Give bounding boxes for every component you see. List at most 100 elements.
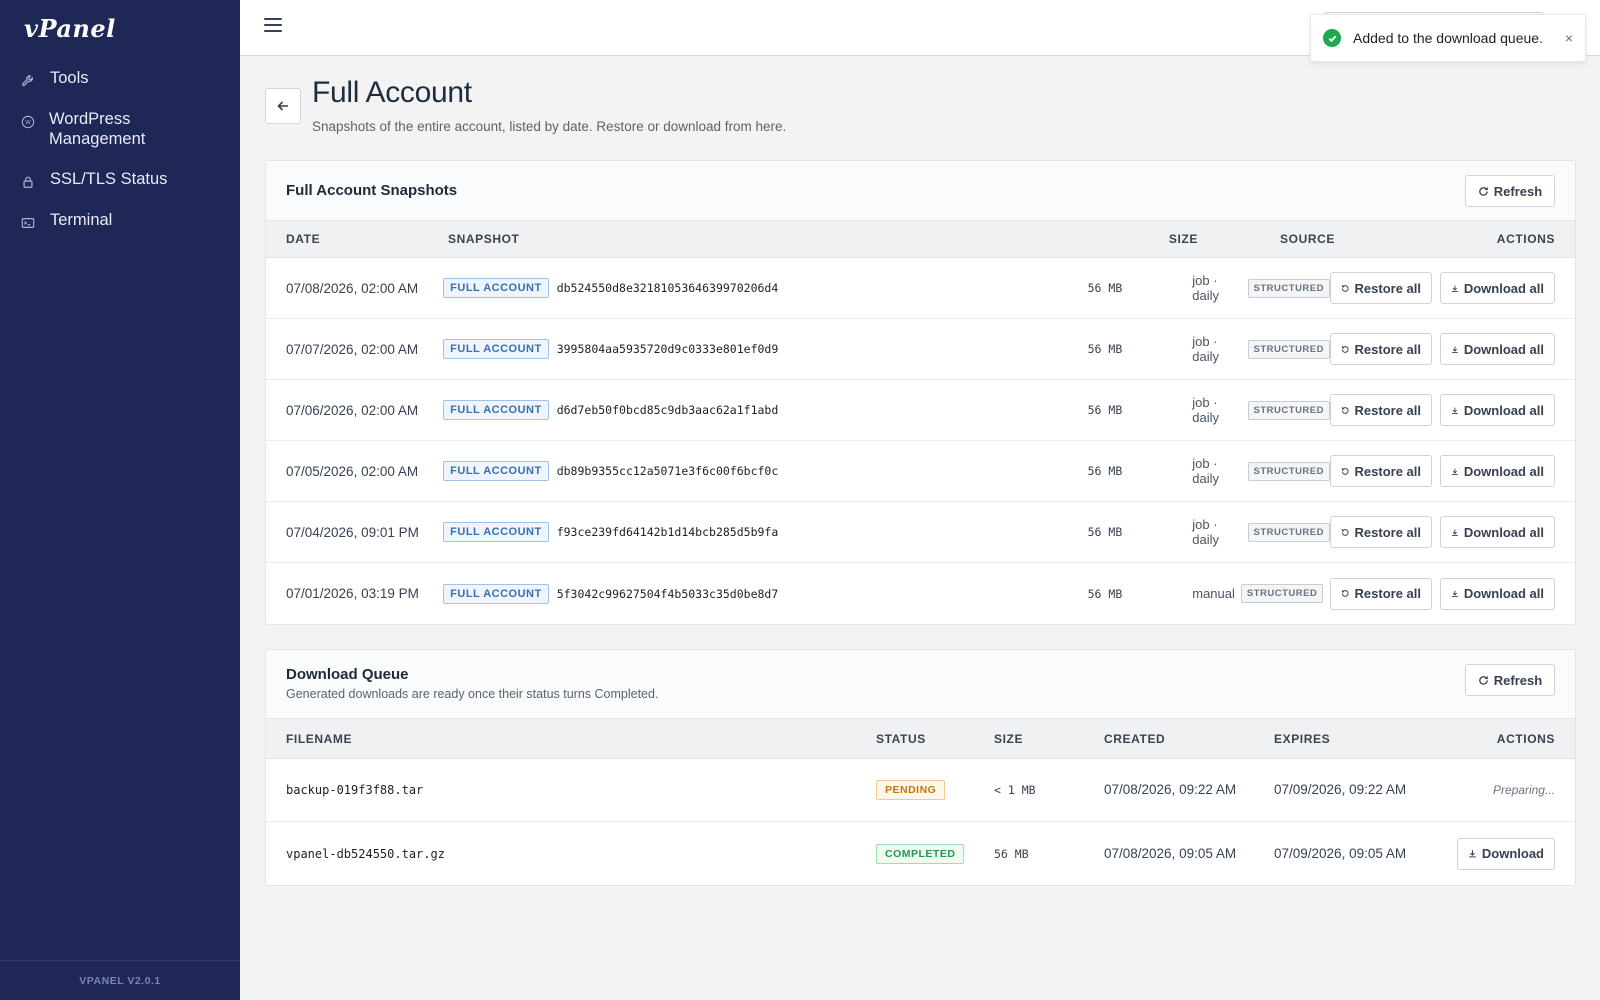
snapshot-source: job · daily STRUCTURED [1122,456,1330,486]
restore-icon [1341,528,1349,536]
sidebar-item-wordpress[interactable]: W WordPress Management [0,105,240,153]
queue-created: 07/08/2026, 09:05 AM [1104,844,1274,864]
queue-actions: Preparing... [1424,783,1555,797]
download-all-button[interactable]: Download all [1440,516,1555,548]
queue-actions: Download [1424,837,1555,870]
snapshot-size: 56 MB [1087,525,1123,539]
snapshot-actions: Restore all Download all [1330,455,1555,487]
check-circle-icon [1323,29,1341,47]
download-all-button[interactable]: Download all [1440,577,1555,610]
col-size: SIZE [1168,232,1198,246]
snapshot-date: 07/06/2026, 02:00 AM [286,402,419,418]
snapshot-type-badge: FULL ACCOUNT [443,400,549,420]
sidebar-item-label: WordPress Management [49,110,146,148]
page-subtitle: Snapshots of the entire account, listed … [312,119,787,134]
svg-text:W: W [25,120,31,126]
expires-date: 07/09/2026, 09:05 AM [1274,845,1407,861]
toast-notification: Added to the download queue. × [1310,14,1586,62]
structured-badge: STRUCTURED [1247,339,1330,359]
structured-badge: STRUCTURED [1247,278,1330,298]
status-badge: PENDING [876,780,946,800]
queue-description: Generated downloads are ready once their… [286,687,659,701]
sidebar-item-ssl[interactable]: SSL/TLS Status [0,165,240,194]
sidebar: vPanel Tools W WordPress Management SSL/… [0,0,240,1000]
restore-label: Restore all [1354,280,1421,296]
wordpress-icon: W [20,114,35,130]
queue-created: 07/08/2026, 09:22 AM [1104,780,1274,800]
download-all-button[interactable]: Download all [1440,272,1555,304]
snapshot-date: 07/07/2026, 02:00 AM [286,341,419,357]
sidebar-item-label: SSL/TLS Status [50,170,168,188]
col-expires: EXPIRES [1274,731,1331,746]
snapshot-cell: FULL ACCOUNT db524550d8e32181053646399702… [443,278,1025,298]
download-label: Download all [1463,402,1544,418]
arrow-left-icon [277,101,288,111]
source-text: job · daily [1192,517,1219,547]
queue-size: 56 MB [994,846,1029,861]
snapshot-type-badge: FULL ACCOUNT [443,461,549,481]
toast-message: Added to the download queue. [1353,30,1543,46]
col-date: DATE [286,232,321,246]
queue-filename: backup-019f3f88.tar [286,783,424,797]
restore-all-button[interactable]: Restore all [1330,272,1432,304]
app-version: VPANEL V2.0.1 [0,960,240,1000]
preparing-text: Preparing... [1492,783,1555,797]
download-label: Download all [1463,586,1544,601]
menu-toggle-icon[interactable] [264,18,282,32]
restore-label: Restore all [1354,524,1421,540]
restore-label: Restore all [1354,341,1421,357]
snapshot-size: 56 MB [1087,403,1123,417]
restore-all-button[interactable]: Restore all [1330,455,1432,487]
created-date: 07/08/2026, 09:22 AM [1104,782,1237,797]
snapshots-card: Full Account Snapshots Refresh DATE SNAP… [265,160,1576,625]
page-header: Full Account Snapshots of the entire acc… [265,56,1576,160]
snapshot-cell: FULL ACCOUNT f93ce239fd64142b1d14bcb285d5… [443,522,1025,542]
download-button[interactable]: Download [1457,837,1555,870]
terminal-icon [20,215,36,231]
download-icon [1451,590,1458,597]
snapshot-type-badge: FULL ACCOUNT [443,278,549,298]
download-all-button[interactable]: Download all [1440,394,1555,426]
queue-table-header: FILENAME STATUS SIZE CREATED EXPIRES ACT… [266,719,1575,759]
snapshot-cell: FULL ACCOUNT 3995804aa5935720d9c0333e801e… [443,339,1025,359]
snapshot-actions: Restore all Download all [1330,516,1555,548]
sidebar-item-label: Terminal [50,211,113,229]
app-logo[interactable]: vPanel [24,14,116,43]
download-icon [1451,407,1458,414]
col-actions: ACTIONS [1496,232,1555,246]
restore-all-button[interactable]: Restore all [1330,577,1432,610]
download-queue-card: Download Queue Generated downloads are r… [265,649,1576,886]
sidebar-item-tools[interactable]: Tools [0,64,240,93]
snapshot-size: 56 MB [1087,342,1123,356]
close-icon[interactable]: × [1565,30,1573,46]
table-row: 07/06/2026, 02:00 AM FULL ACCOUNT d6d7eb50… [266,380,1575,441]
expires-date: 07/09/2026, 09:22 AM [1274,782,1407,797]
restore-icon [1341,345,1349,353]
restore-label: Restore all [1354,463,1421,479]
snapshot-cell: FULL ACCOUNT d6d7eb50f0bcd85c9db3aac62a1f… [443,400,1025,420]
download-all-button[interactable]: Download all [1440,333,1555,365]
snapshot-source: job · daily STRUCTURED [1122,273,1330,303]
table-row: 07/01/2026, 03:19 PM FULL ACCOUNT 5f3042c9… [266,563,1575,624]
snapshot-actions: Restore all Download all [1330,577,1555,610]
queue-status: PENDING [876,780,994,800]
restore-all-button[interactable]: Restore all [1330,516,1432,548]
back-button[interactable] [265,88,301,124]
table-row: vpanel-db524550.tar.gz COMPLETED 56 MB 07/0… [266,822,1575,885]
wrench-icon [20,73,36,89]
snapshot-type-badge: FULL ACCOUNT [443,583,549,604]
sidebar-item-terminal[interactable]: Terminal [0,206,240,235]
restore-label: Restore all [1354,586,1421,601]
restore-all-button[interactable]: Restore all [1330,394,1432,426]
snapshots-refresh-button[interactable]: Refresh [1465,175,1555,207]
col-snapshot: SNAPSHOT [448,232,520,246]
refresh-icon [1479,186,1488,196]
sidebar-nav: Tools W WordPress Management SSL/TLS Sta… [0,64,240,247]
restore-all-button[interactable]: Restore all [1330,333,1432,365]
snapshot-date: 07/04/2026, 09:01 PM [286,524,419,540]
source-text: job · daily [1192,334,1219,364]
col-actions: ACTIONS [1496,731,1555,746]
queue-status: COMPLETED [876,843,994,864]
download-all-button[interactable]: Download all [1440,455,1555,487]
queue-refresh-button[interactable]: Refresh [1465,664,1555,696]
